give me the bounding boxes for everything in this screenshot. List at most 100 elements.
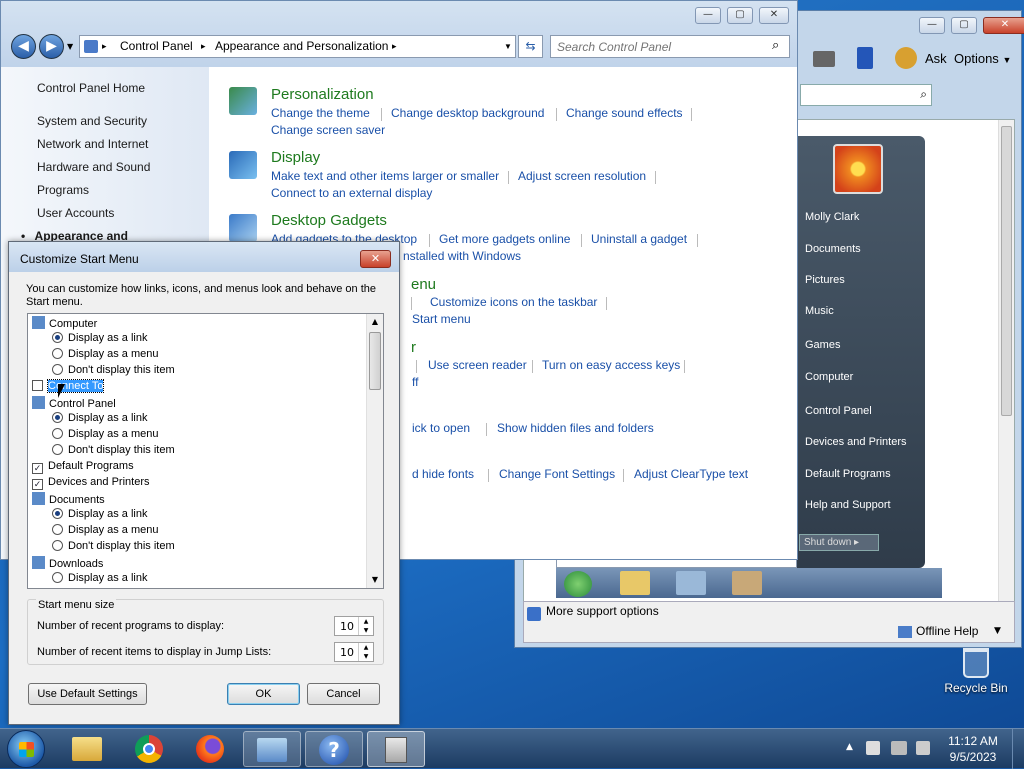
cp-minimize-button[interactable]: — bbox=[695, 7, 721, 24]
spin-arrows-icon[interactable]: ▲ ▼ bbox=[358, 617, 373, 635]
link-sound-effects[interactable]: Change sound effects bbox=[566, 106, 683, 120]
radio-button[interactable] bbox=[52, 508, 63, 519]
sidebar-programs[interactable]: Programs bbox=[37, 183, 89, 197]
show-hidden-icons-icon[interactable]: ▲ bbox=[846, 742, 853, 752]
more-support-link[interactable]: More support options bbox=[546, 604, 659, 618]
radio-button[interactable] bbox=[52, 572, 63, 583]
checkbox[interactable] bbox=[32, 380, 43, 391]
search-input[interactable] bbox=[550, 35, 790, 58]
clock[interactable]: 11:12 AM 9/5/2023 bbox=[940, 733, 1006, 765]
link-more-gadgets[interactable]: Get more gadgets online bbox=[439, 232, 570, 246]
link-screen-resolution[interactable]: Adjust screen resolution bbox=[518, 169, 646, 183]
option-checkbox[interactable]: ✓ Devices and Printers bbox=[32, 476, 150, 492]
breadcrumb-appearance[interactable]: Appearance and Personalization bbox=[215, 36, 388, 57]
recycle-bin[interactable]: Recycle Bin bbox=[940, 648, 1012, 702]
link-cleartype[interactable]: Adjust ClearType text bbox=[634, 467, 748, 481]
radio-button[interactable] bbox=[52, 524, 63, 535]
radio-button[interactable] bbox=[52, 540, 63, 551]
chevron-down-icon[interactable]: ▼ bbox=[504, 36, 512, 57]
address-bar[interactable]: ▸ Control Panel ▸ Appearance and Persona… bbox=[79, 35, 516, 58]
sidebar-home[interactable]: Control Panel Home bbox=[37, 81, 145, 95]
taskbar-title-partial[interactable]: enu bbox=[411, 276, 436, 293]
ok-button[interactable]: OK bbox=[227, 683, 300, 705]
link-single-click-partial[interactable]: ick to open bbox=[412, 421, 470, 435]
help-search-box[interactable]: ⌕ bbox=[800, 84, 932, 106]
scroll-thumb[interactable] bbox=[369, 332, 381, 390]
radio-button[interactable] bbox=[52, 444, 63, 455]
link-hidden-files[interactable]: Show hidden files and folders bbox=[497, 421, 654, 435]
option-radio[interactable]: Display as a menu bbox=[52, 524, 159, 540]
link-text-size[interactable]: Make text and other items larger or smal… bbox=[271, 169, 499, 183]
show-desktop-button[interactable] bbox=[1012, 729, 1024, 769]
link-ease-partial[interactable]: ff bbox=[412, 375, 418, 389]
option-radio[interactable]: Display as a link bbox=[52, 508, 147, 524]
options-button[interactable]: Options ▼ bbox=[954, 51, 1011, 66]
option-checkbox[interactable]: ✓ Default Programs bbox=[32, 460, 134, 476]
radio-button[interactable] bbox=[52, 348, 63, 359]
help-scrollbar[interactable] bbox=[998, 120, 1014, 601]
taskbar-chrome[interactable] bbox=[120, 731, 178, 767]
option-checkbox[interactable]: Connect To bbox=[32, 379, 105, 396]
link-desktop-background[interactable]: Change desktop background bbox=[391, 106, 544, 120]
sidebar-hardware[interactable]: Hardware and Sound bbox=[37, 160, 150, 174]
chevron-down-icon[interactable]: ▼ bbox=[67, 42, 73, 51]
offline-help-button[interactable]: Offline Help bbox=[916, 624, 978, 638]
option-radio[interactable]: Display as a link bbox=[52, 572, 147, 588]
network-icon[interactable] bbox=[891, 741, 907, 755]
link-external-display[interactable]: Connect to an external display bbox=[271, 186, 432, 200]
cp-close-button[interactable]: ✕ bbox=[759, 7, 789, 24]
help-minimize-button[interactable]: — bbox=[919, 17, 945, 34]
action-center-icon[interactable] bbox=[866, 741, 880, 755]
cancel-button[interactable]: Cancel bbox=[307, 683, 380, 705]
list-scrollbar[interactable]: ▲ ▼ bbox=[366, 314, 383, 588]
gadgets-title[interactable]: Desktop Gadgets bbox=[271, 212, 387, 229]
link-customize-taskbar-icons[interactable]: Customize icons on the taskbar bbox=[430, 295, 597, 309]
scroll-up-icon[interactable]: ▲ bbox=[367, 314, 383, 330]
help-close-button[interactable]: ✕ bbox=[983, 17, 1024, 34]
link-start-menu-partial[interactable]: Start menu bbox=[412, 312, 471, 326]
link-screen-saver[interactable]: Change screen saver bbox=[271, 123, 385, 137]
forward-button[interactable]: ▶ bbox=[39, 34, 64, 59]
taskbar-control-panel[interactable] bbox=[243, 731, 301, 767]
link-easy-access-keys[interactable]: Turn on easy access keys bbox=[542, 358, 680, 372]
link-hide-fonts-partial[interactable]: d hide fonts bbox=[412, 467, 474, 481]
radio-button[interactable] bbox=[52, 428, 63, 439]
cp-maximize-button[interactable]: ▢ bbox=[727, 7, 753, 24]
link-change-theme[interactable]: Change the theme bbox=[271, 106, 370, 120]
taskbar-customize-dialog[interactable] bbox=[367, 731, 425, 767]
volume-icon[interactable] bbox=[916, 741, 930, 755]
option-radio[interactable]: Display as a menu bbox=[52, 428, 159, 444]
start-menu-options-list[interactable]: Computer Display as a link Display as a me… bbox=[27, 313, 384, 589]
back-button[interactable]: ◀ bbox=[11, 34, 36, 59]
print-icon[interactable] bbox=[813, 51, 835, 67]
radio-button[interactable] bbox=[52, 412, 63, 423]
link-screen-reader[interactable]: Use screen reader bbox=[428, 358, 527, 372]
display-title[interactable]: Display bbox=[271, 149, 320, 166]
option-radio[interactable]: Don't display this item bbox=[52, 444, 175, 460]
sidebar-user-accounts[interactable]: User Accounts bbox=[37, 206, 114, 220]
start-button[interactable] bbox=[7, 730, 45, 768]
recent-items-spinner[interactable]: 10 ▲ ▼ bbox=[334, 642, 374, 662]
scroll-down-icon[interactable]: ▼ bbox=[367, 572, 383, 588]
option-radio[interactable]: Display as a menu bbox=[52, 348, 159, 364]
recent-programs-spinner[interactable]: 10 ▲ ▼ bbox=[334, 616, 374, 636]
link-uninstall-gadget[interactable]: Uninstall a gadget bbox=[591, 232, 687, 246]
sidebar-network[interactable]: Network and Internet bbox=[37, 137, 148, 151]
use-default-settings-button[interactable]: Use Default Settings bbox=[28, 683, 147, 705]
breadcrumb-control-panel[interactable]: Control Panel bbox=[120, 36, 193, 57]
option-radio[interactable]: Don't display this item bbox=[52, 540, 175, 556]
ask-icon[interactable] bbox=[895, 47, 917, 69]
taskbar-explorer[interactable] bbox=[58, 731, 116, 767]
taskbar-help[interactable]: ? bbox=[305, 731, 363, 767]
option-radio[interactable]: Display as a link bbox=[52, 332, 147, 348]
spin-arrows-icon[interactable]: ▲ ▼ bbox=[358, 643, 373, 661]
personalization-title[interactable]: Personalization bbox=[271, 86, 374, 103]
book-icon[interactable] bbox=[857, 47, 873, 69]
help-maximize-button[interactable]: ▢ bbox=[951, 17, 977, 34]
option-radio[interactable]: Don't display this item bbox=[52, 364, 175, 380]
radio-button[interactable] bbox=[52, 332, 63, 343]
option-radio[interactable]: Display as a link bbox=[52, 412, 147, 428]
checkbox[interactable]: ✓ bbox=[32, 479, 43, 490]
link-font-settings[interactable]: Change Font Settings bbox=[499, 467, 615, 481]
link-installed-gadgets[interactable]: nstalled with Windows bbox=[403, 249, 521, 263]
